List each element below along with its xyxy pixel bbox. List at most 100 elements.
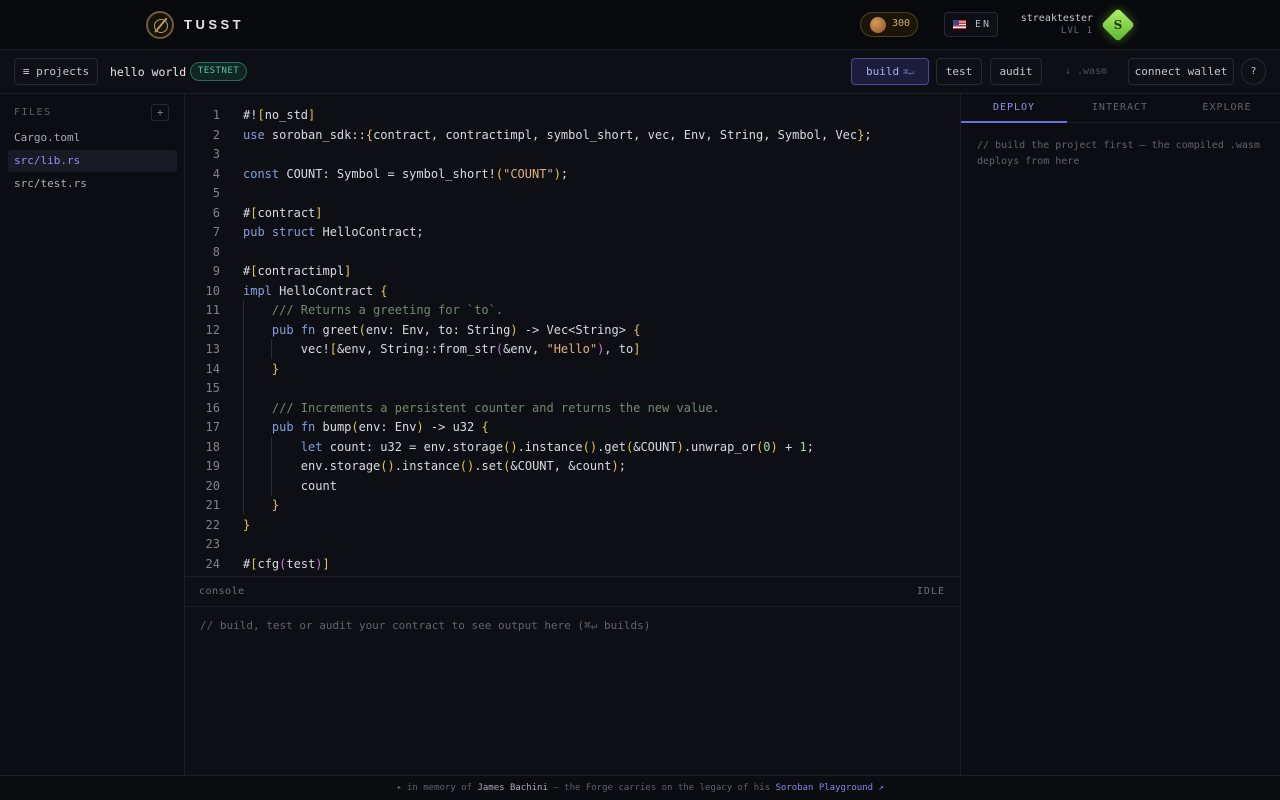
line-number: 5 xyxy=(212,186,220,200)
file-item-cargo-toml[interactable]: Cargo.toml xyxy=(8,127,177,149)
build-label: build xyxy=(866,65,900,78)
code-text: #[cfg(test)] xyxy=(243,556,330,571)
toolbar: ≡ projects hello world TESTNET build ⌘↵ t… xyxy=(0,50,1280,94)
code-text: let count: u32 = env.storage().instance(… xyxy=(300,439,814,454)
code-line[interactable]: 15 xyxy=(185,379,960,399)
code-line[interactable]: 9 #[contractimpl] xyxy=(185,262,960,282)
code-text: pub struct HelloContract; xyxy=(243,225,424,239)
code-line[interactable]: 14 } xyxy=(185,360,960,380)
code-line[interactable]: 2 use soroban_sdk::{contract, contractimp… xyxy=(185,126,960,146)
code-text: #![no_std] xyxy=(243,108,316,122)
add-file-button[interactable]: + xyxy=(151,104,169,121)
console-status: IDLE xyxy=(916,586,945,597)
download-wasm-button[interactable]: ↓ .wasm xyxy=(1050,58,1122,85)
code-text: } xyxy=(271,498,280,512)
line-number: 8 xyxy=(212,244,220,259)
file-item-lib-rs[interactable]: src/lib.rs xyxy=(8,150,177,172)
tab-explore[interactable]: EXPLORE xyxy=(1173,94,1280,123)
console-message: // build, test or audit your contract to… xyxy=(200,619,651,632)
code-text: count xyxy=(243,478,337,493)
soroban-playground-link[interactable]: Soroban Playground ↗ xyxy=(775,783,883,793)
code-line[interactable]: 7 pub struct HelloContract; xyxy=(185,223,960,243)
code-line[interactable]: 1 #![no_std] xyxy=(185,106,960,126)
code-line[interactable]: 16 /// Increments a persistent counter a… xyxy=(185,399,960,419)
test-button[interactable]: test xyxy=(936,58,982,85)
code-text: const COUNT: Symbol = symbol_short!("COU… xyxy=(243,166,569,181)
project-name[interactable]: hello world xyxy=(110,65,186,79)
logo-icon[interactable] xyxy=(146,11,174,39)
code-line[interactable]: 8 xyxy=(185,243,960,263)
footer-name: James Bachini xyxy=(477,783,548,793)
code-line[interactable]: 12 pub fn greet(env: Env, to: String) ->… xyxy=(185,321,960,341)
code-line[interactable]: 20 count xyxy=(185,477,960,497)
code-line[interactable]: 3 xyxy=(185,145,960,165)
line-number: 15 xyxy=(205,381,220,395)
code-line[interactable]: 10 impl HelloContract { xyxy=(185,282,960,302)
code-text: #[contract] xyxy=(243,205,323,220)
brand-name[interactable]: TUSST xyxy=(184,17,244,32)
code-line[interactable]: 6 #[contract] xyxy=(185,204,960,224)
user-level: LVL 1 xyxy=(1060,26,1093,36)
footer: ✦ in memory of James Bachini — the Forge… xyxy=(0,775,1280,800)
code-line[interactable]: 19 env.storage().instance().set(&COUNT, … xyxy=(185,457,960,477)
help-button[interactable]: ? xyxy=(1241,58,1266,85)
coin-balance[interactable]: 300 xyxy=(860,12,918,37)
code-text: impl HelloContract { xyxy=(243,283,388,298)
tab-interact[interactable]: INTERACT xyxy=(1067,94,1173,123)
console-header: console IDLE xyxy=(185,577,960,607)
files-title: FILES xyxy=(14,107,52,118)
code-text: pub fn bump(env: Env) -> u32 { xyxy=(271,420,489,434)
tab-deploy[interactable]: DEPLOY xyxy=(961,94,1067,123)
code-text: vec![&env, String::from_str(&env, "Hello… xyxy=(243,342,641,356)
line-number: 1 xyxy=(212,108,220,122)
code-line[interactable]: 23 xyxy=(185,535,960,555)
code-line[interactable]: 21 } xyxy=(185,496,960,516)
audit-button[interactable]: audit xyxy=(990,58,1042,85)
line-number: 20 xyxy=(205,478,220,493)
projects-button[interactable]: ≡ projects xyxy=(14,58,98,85)
footer-prefix: ✦ in memory of xyxy=(396,783,478,793)
build-shortcut: ⌘↵ xyxy=(903,68,914,78)
line-number: 16 xyxy=(205,400,220,415)
line-number: 4 xyxy=(212,166,220,181)
code-line[interactable]: 22} xyxy=(185,516,960,536)
code-line[interactable]: 17 pub fn bump(env: Env) -> u32 { xyxy=(185,418,960,438)
line-number: 10 xyxy=(205,283,220,298)
line-number: 19 xyxy=(205,459,220,473)
line-number: 11 xyxy=(205,303,220,317)
line-number: 7 xyxy=(212,225,220,239)
line-number: 13 xyxy=(205,342,220,356)
code-line[interactable]: 13 vec![&env, String::from_str(&env, "He… xyxy=(185,340,960,360)
us-flag-icon xyxy=(953,20,966,29)
code-text: pub fn greet(env: Env, to: String) -> Ve… xyxy=(271,322,641,337)
coin-icon xyxy=(870,17,886,33)
line-number: 23 xyxy=(205,537,220,551)
code-text: } xyxy=(243,517,251,532)
code-line[interactable]: 11 /// Returns a greeting for `to`. xyxy=(185,301,960,321)
code-line[interactable]: 5 xyxy=(185,184,960,204)
code-text: } xyxy=(271,361,280,376)
code-text: /// Increments a persistent counter and … xyxy=(271,400,720,415)
coin-count: 300 xyxy=(892,18,911,29)
network-badge[interactable]: TESTNET xyxy=(190,62,247,81)
language-label: EN xyxy=(975,19,992,30)
connect-wallet-button[interactable]: connect wallet xyxy=(1128,58,1234,85)
avatar-letter[interactable]: S xyxy=(1106,13,1130,37)
code-text: /// Returns a greeting for `to`. xyxy=(271,303,504,317)
line-number: 18 xyxy=(205,439,220,454)
username[interactable]: streaktester xyxy=(1021,13,1093,24)
line-number: 3 xyxy=(212,147,220,161)
language-selector[interactable]: EN xyxy=(944,12,998,37)
line-number: 17 xyxy=(205,420,220,434)
build-button[interactable]: build ⌘↵ xyxy=(851,58,929,85)
file-item-test-rs[interactable]: src/test.rs xyxy=(8,173,177,195)
footer-text: — the Forge carries on the legacy of his xyxy=(547,783,776,793)
line-number: 6 xyxy=(212,205,220,220)
code-text: use soroban_sdk::{contract, contractimpl… xyxy=(243,127,872,142)
line-number: 21 xyxy=(205,498,220,512)
code-line[interactable]: 18 let count: u32 = env.storage().instan… xyxy=(185,438,960,458)
line-number: 14 xyxy=(205,361,220,376)
code-line[interactable]: 24 #[cfg(test)] xyxy=(185,555,960,575)
code-line[interactable]: 4 const COUNT: Symbol = symbol_short!("CO… xyxy=(185,165,960,185)
code-editor[interactable]: 1 #![no_std]2 use soroban_sdk::{contract, … xyxy=(185,94,960,576)
